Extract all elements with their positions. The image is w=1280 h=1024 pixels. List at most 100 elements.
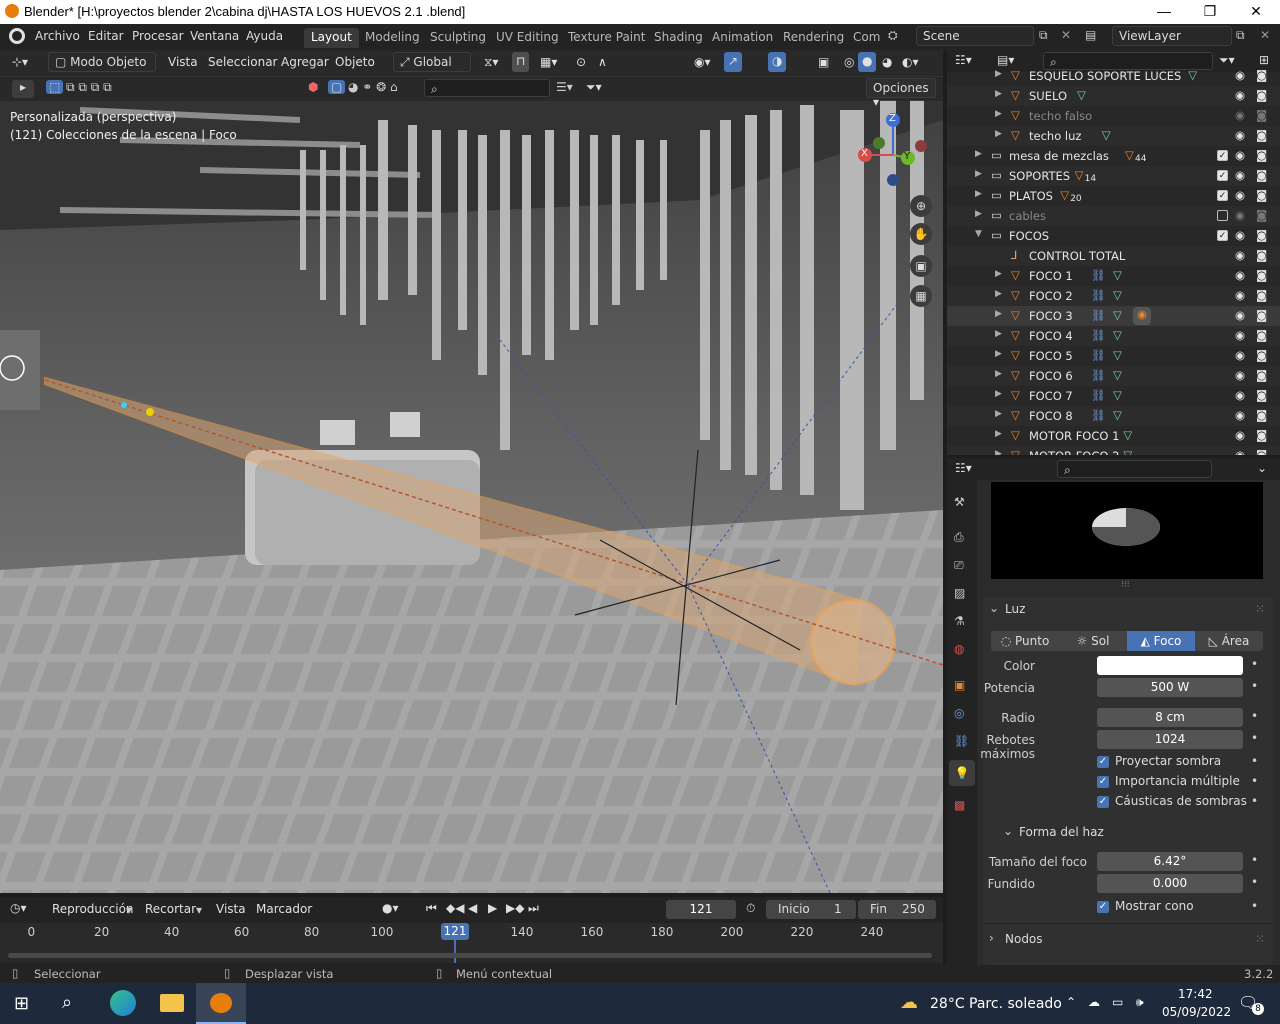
constraint-icon[interactable]: ⛓: [1091, 348, 1106, 362]
xray-icon[interactable]: ▣: [814, 53, 833, 73]
render-camera-icon[interactable]: ◙: [1256, 168, 1267, 182]
properties-editor[interactable]: ☷▾ ⌕ ⌄ ⚒ ⎙ ⎚ ▨ ⚗ ◍ ▣ ◎ ⛓ 💡 ▩ ⁝⁝⁝ ⌄ Luz ⁙…: [947, 458, 1280, 965]
visibility-eye-icon[interactable]: ◉: [1235, 68, 1245, 82]
expand-right-icon[interactable]: ▶: [975, 169, 982, 179]
overlay-toggle-icon[interactable]: ◑: [768, 52, 787, 72]
render-camera-icon[interactable]: ◙: [1256, 268, 1267, 282]
render-camera-icon[interactable]: ◙: [1256, 408, 1267, 422]
render-camera-icon[interactable]: ◙: [1256, 388, 1267, 402]
expand-right-icon[interactable]: ▶: [995, 329, 1002, 339]
properties-search[interactable]: ⌕: [1057, 460, 1212, 478]
ortho-grid-icon[interactable]: ▦: [910, 285, 932, 307]
light-data-icon[interactable]: ◉: [1133, 307, 1151, 325]
mesh-data-icon[interactable]: ▽: [1123, 428, 1132, 442]
light-type-punto[interactable]: ◌ Punto: [991, 631, 1059, 651]
mesh-data-icon[interactable]: ▽: [1077, 88, 1086, 102]
shading-wire-icon[interactable]: ◎: [840, 53, 858, 73]
outliner[interactable]: ☷▾ ▤▾ ⌕ ⏷▾ ⊞ ▶ ▽ ESQUELO SOPORTE LUCES ▽ ◉ ◙ ▶…: [947, 50, 1280, 455]
select-tool-icon[interactable]: ▸: [12, 80, 34, 98]
visibility-eye-icon[interactable]: ◉: [1235, 208, 1245, 222]
mesh-data-icon[interactable]: ▽: [1113, 388, 1122, 402]
start-frame-field[interactable]: Inicio 1: [766, 900, 856, 919]
tab-shading[interactable]: Shading: [647, 28, 710, 48]
exclude-checkbox[interactable]: ✓: [1217, 190, 1228, 201]
outliner-row[interactable]: ▼ ▭ FOCOS ✓ ◉ ◙: [947, 226, 1280, 246]
expand-right-icon[interactable]: ▶: [995, 409, 1002, 419]
jump-end-icon[interactable]: ⏭: [528, 901, 539, 916]
shading-render-icon[interactable]: ◐▾: [898, 53, 923, 73]
outliner-row[interactable]: ▶ ▽ FOCO 5 ⛓ ▽ ◉ ◙: [947, 346, 1280, 366]
menu-recortar[interactable]: Recortar: [141, 900, 200, 920]
outliner-row[interactable]: ⅃ CONTROL TOTAL ◉ ◙: [947, 246, 1280, 266]
network-icon[interactable]: ▭: [1112, 995, 1123, 1009]
exclude-checkbox[interactable]: ✓: [1217, 150, 1228, 161]
delete-viewlayer-icon[interactable]: ✕: [1260, 28, 1270, 42]
expand-right-icon[interactable]: ▶: [995, 449, 1002, 455]
visibility-icon[interactable]: ◉▾: [690, 53, 715, 73]
prev-keyframe-icon[interactable]: ◆◀: [446, 901, 464, 915]
autokey-record-icon[interactable]: ●▾: [382, 901, 399, 915]
volume-icon[interactable]: 🕪: [1136, 995, 1144, 1010]
menu-reproduccion[interactable]: Reproducción: [48, 900, 138, 920]
pivot-icon[interactable]: ⧖▾: [480, 53, 502, 73]
outliner-row[interactable]: ▶ ▽ FOCO 3 ⛓ ▽ ◉ ◉ ◙: [947, 306, 1280, 326]
outliner-row[interactable]: ▶ ▭ cables ◉ ◙: [947, 206, 1280, 226]
visibility-eye-icon[interactable]: ◉: [1235, 428, 1245, 442]
mesh-data-icon[interactable]: ▽: [1113, 328, 1122, 342]
render-camera-icon[interactable]: ◙: [1256, 148, 1267, 162]
cono-keyframe-dot[interactable]: •: [1251, 899, 1258, 913]
output-tab-icon[interactable]: ⎚: [954, 558, 964, 573]
options-dropdown[interactable]: Opciones ▾: [866, 78, 936, 109]
expand-right-icon[interactable]: ▶: [995, 109, 1002, 119]
render-tab-icon[interactable]: ⎙: [954, 530, 964, 545]
tray-chevron-icon[interactable]: ⌃: [1066, 995, 1076, 1009]
next-keyframe-icon[interactable]: ▶◆: [506, 901, 524, 915]
expand-right-icon[interactable]: ▶: [995, 129, 1002, 139]
outliner-row[interactable]: ▶ ▽ FOCO 1 ⛓ ▽ ◉ ◙: [947, 266, 1280, 286]
playhead[interactable]: 121: [441, 923, 469, 940]
edge-browser-icon[interactable]: [110, 990, 136, 1016]
render-camera-icon[interactable]: ◙: [1256, 68, 1267, 82]
outliner-row[interactable]: ▶ ▭ mesa de mezclas ▽ 44 ✓ ◉ ◙: [947, 146, 1280, 166]
timeline-ruler[interactable]: 0 20 40 60 80 100 140 160 180 200 220 240 121: [0, 923, 943, 963]
potencia-keyframe-dot[interactable]: •: [1251, 679, 1258, 693]
tab-rendering[interactable]: Rendering: [776, 28, 851, 48]
constraint-icon[interactable]: ⛓: [1091, 388, 1106, 402]
exclude-checkbox[interactable]: ✓: [1217, 170, 1228, 181]
properties-editor-icon[interactable]: ☷▾: [955, 461, 972, 475]
expand-right-icon[interactable]: ▶: [995, 89, 1002, 99]
expand-right-icon[interactable]: ▶: [995, 289, 1002, 299]
menu-objeto[interactable]: Objeto: [331, 53, 379, 73]
visibility-eye-icon[interactable]: ◉: [1235, 328, 1245, 342]
constraint-icon[interactable]: ⛓: [1091, 328, 1106, 342]
outliner-row[interactable]: ▶ ▽ SUELO ▽ ◉ ◙: [947, 86, 1280, 106]
spot-size-keyframe-dot[interactable]: •: [1251, 853, 1258, 867]
render-camera-icon[interactable]: ◙: [1256, 288, 1267, 302]
filter-color-icon[interactable]: ⬢: [308, 80, 318, 94]
menu-agregar[interactable]: Agregar: [277, 53, 333, 73]
expand-right-icon[interactable]: ▶: [995, 269, 1002, 279]
pan-hand-icon[interactable]: ✋: [910, 223, 932, 245]
new-scene-icon[interactable]: ⧉: [1039, 28, 1048, 43]
taskbar-search-icon[interactable]: ⌕: [62, 992, 72, 1013]
gizmo-toggle-icon[interactable]: ↗: [724, 52, 743, 72]
mostrar-cono-checkbox[interactable]: ✓: [1097, 901, 1109, 913]
expand-right-icon[interactable]: ▶: [995, 389, 1002, 399]
windows-start-icon[interactable]: ⊞: [14, 993, 29, 1014]
new-viewlayer-icon[interactable]: ⧉: [1236, 28, 1245, 43]
menu-marcador[interactable]: Marcador: [252, 900, 316, 920]
outliner-row[interactable]: ▶ ▽ MOTOR FOCO 2 ▽ ◉ ◙: [947, 446, 1280, 455]
play-reverse-icon[interactable]: ◀: [468, 901, 477, 915]
navigation-gizmo[interactable]: Z X Y: [855, 110, 935, 190]
menu-procesar[interactable]: Procesar: [132, 29, 184, 43]
exclude-checkbox[interactable]: [1217, 210, 1228, 221]
preview-resize-handle[interactable]: ⁝⁝⁝: [1121, 580, 1130, 590]
color-swatch[interactable]: [1097, 656, 1243, 675]
mode-selector[interactable]: ▢ Modo Objeto: [48, 52, 156, 72]
menu-seleccionar[interactable]: Seleccionar: [204, 53, 281, 73]
timeline-editor-icon[interactable]: ◷▾: [10, 901, 27, 915]
nodos-chevron-icon[interactable]: ›: [989, 931, 994, 945]
render-camera-icon[interactable]: ◙: [1256, 208, 1267, 222]
radio-keyframe-dot[interactable]: •: [1251, 709, 1258, 723]
color-keyframe-dot[interactable]: •: [1251, 657, 1258, 671]
